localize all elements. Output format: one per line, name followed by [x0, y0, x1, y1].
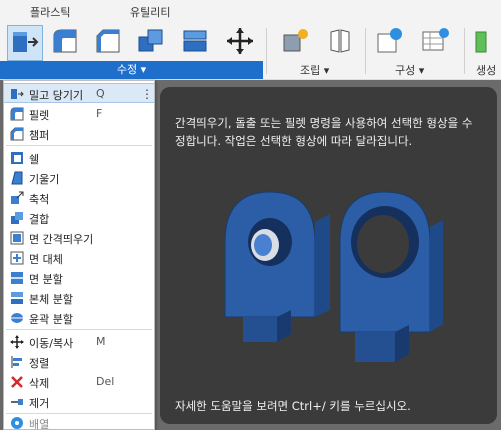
menu-item-shortcut: F — [96, 107, 103, 120]
menu-item-delete[interactable]: 삭제 Del — [4, 372, 154, 392]
combine-tool-icon[interactable] — [136, 26, 166, 56]
tab-plastic[interactable]: 플라스틱 — [30, 4, 70, 20]
menu-item-fillet[interactable]: 필렛 F — [4, 104, 154, 124]
menu-item-label: 이동/복사 — [29, 337, 74, 350]
menu-separator — [6, 329, 152, 330]
modify-menu: 밀고 당기기 Q ⋮ 필렛 F 챔퍼 쉘 기울기 축척 결합 면 간격띄우기 면… — [3, 80, 155, 430]
ribbon-divider — [365, 28, 366, 74]
new-component-icon[interactable] — [280, 26, 310, 56]
menu-item-label: 면 대체 — [29, 253, 63, 266]
align-icon — [11, 356, 22, 368]
menu-item-shortcut: Q — [96, 87, 105, 100]
fillet-icon — [10, 107, 24, 121]
tooltip-description: 간격띄우기, 돌출 또는 필렛 명령을 사용하여 선택한 형상을 수정합니다. … — [175, 116, 473, 148]
menu-item-label: 정렬 — [29, 357, 50, 370]
press-pull-icon — [13, 32, 39, 52]
menu-item-label: 밀고 당기기 — [29, 89, 84, 102]
ribbon-toolbar: 수정 ▾ 조립 ▾ 구성 ▾ 생성 — [0, 22, 501, 80]
create-dropdown[interactable]: 생성 — [476, 62, 496, 78]
menu-item-draft[interactable]: 기울기 — [4, 168, 154, 188]
menu-item-label: 본체 분할 — [29, 293, 73, 306]
more-options-icon[interactable]: ⋮ — [141, 87, 153, 101]
menu-item-label: 필렛 — [29, 109, 50, 122]
move-copy-icon — [10, 335, 24, 349]
ribbon-tabs: 플라스틱 유틸리티 — [0, 0, 501, 22]
menu-item-label: 면 간격띄우기 — [29, 233, 94, 246]
split-body-icon — [11, 292, 23, 304]
menu-item-silhouette-split[interactable]: 윤곽 분할 — [4, 308, 154, 328]
menu-item-split-face[interactable]: 면 분할 — [4, 268, 154, 288]
chamfer-icon — [10, 127, 24, 141]
menu-item-label: 제거 — [29, 397, 50, 410]
fillet-tool-icon[interactable] — [50, 26, 80, 56]
press-pull-button[interactable] — [7, 25, 43, 61]
press-pull-illustration — [224, 191, 443, 362]
menu-item-label: 삭제 — [29, 377, 50, 390]
menu-item-replace-face[interactable]: 면 대체 — [4, 248, 154, 268]
menu-item-offset-face[interactable]: 면 간격띄우기 — [4, 228, 154, 248]
menu-item-combine[interactable]: 결합 — [4, 208, 154, 228]
menu-item-chamfer[interactable]: 챔퍼 — [4, 124, 154, 144]
assemble-dropdown[interactable]: 조립 ▾ — [300, 62, 329, 78]
split-face-icon — [11, 272, 23, 284]
menu-item-align[interactable]: 정렬 — [4, 352, 154, 372]
chamfer-tool-icon[interactable] — [93, 26, 123, 56]
press-pull-icon — [11, 89, 24, 99]
menu-item-scale[interactable]: 축척 — [4, 188, 154, 208]
split-face-tool-icon[interactable] — [180, 26, 210, 56]
combine-icon — [11, 212, 23, 224]
shell-icon — [11, 152, 23, 164]
menu-item-label: 쉘 — [29, 153, 40, 166]
menu-item-pattern[interactable]: 배열 — [4, 413, 154, 430]
pattern-icon — [11, 417, 23, 429]
menu-item-shell[interactable]: 쉘 — [4, 148, 154, 168]
remove-icon — [11, 399, 23, 405]
part-after — [339, 191, 443, 362]
menu-separator — [6, 145, 152, 146]
draft-icon — [11, 171, 23, 185]
menu-item-move-copy[interactable]: 이동/복사 M — [4, 332, 154, 352]
menu-item-label: 면 분할 — [29, 273, 63, 286]
joint-icon[interactable] — [325, 26, 355, 56]
menu-item-shortcut: M — [96, 335, 106, 348]
menu-item-label: 축척 — [29, 193, 50, 206]
offset-face-icon — [10, 231, 24, 245]
configure-dropdown[interactable]: 구성 ▾ — [395, 62, 424, 78]
tab-utilities[interactable]: 유틸리티 — [130, 4, 170, 20]
generate-icon[interactable] — [472, 26, 501, 56]
delete-icon — [11, 376, 23, 388]
menu-item-shortcut: Del — [96, 375, 115, 388]
menu-item-split-body[interactable]: 본체 분할 — [4, 288, 154, 308]
press-pull-tooltip: 간격띄우기, 돌출 또는 필렛 명령을 사용하여 선택한 형상을 수정합니다. … — [160, 87, 497, 424]
menu-item-remove[interactable]: 제거 — [4, 392, 154, 412]
menu-item-label: 챔퍼 — [29, 129, 50, 142]
tooltip-help-hint: 자세한 도움말을 보려면 Ctrl+/ 키를 누르십시오. — [175, 399, 411, 413]
move-tool-icon[interactable] — [225, 26, 255, 56]
replace-face-icon — [10, 251, 24, 265]
scale-icon — [11, 191, 24, 204]
menu-item-label: 기울기 — [29, 173, 60, 186]
configure-table-icon[interactable] — [420, 26, 450, 56]
menu-item-label: 배열 — [29, 418, 50, 430]
silhouette-split-icon — [11, 313, 23, 323]
menu-item-label: 결합 — [29, 213, 50, 226]
menu-item-label: 윤곽 분할 — [29, 313, 73, 326]
part-before — [224, 191, 330, 342]
parameters-icon[interactable] — [374, 26, 404, 56]
ribbon-divider — [464, 28, 465, 74]
menu-item-press-pull[interactable]: 밀고 당기기 Q ⋮ — [4, 83, 154, 103]
ribbon-divider — [266, 28, 267, 74]
modify-dropdown[interactable]: 수정 ▾ — [0, 61, 263, 79]
